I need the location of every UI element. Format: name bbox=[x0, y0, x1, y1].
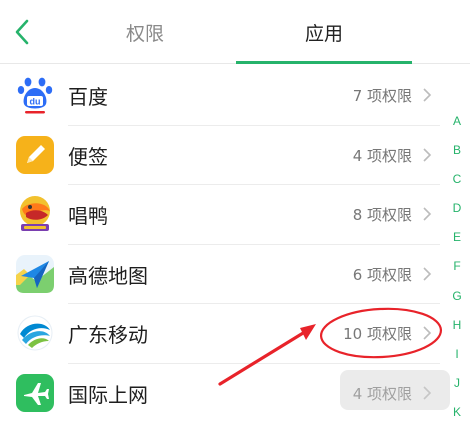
index-letter[interactable]: D bbox=[446, 201, 468, 230]
active-tab-indicator bbox=[236, 61, 412, 64]
app-name: 唱鸭 bbox=[68, 204, 108, 229]
index-letter[interactable]: C bbox=[446, 172, 468, 201]
index-letter[interactable]: B bbox=[446, 143, 468, 172]
index-letter[interactable]: F bbox=[446, 259, 468, 288]
chevron-right-icon bbox=[423, 88, 432, 102]
amap-app-icon bbox=[16, 254, 54, 293]
list-item-amap[interactable]: 高德地图 6 项权限 bbox=[0, 245, 440, 304]
permission-count: 4 项权限 bbox=[352, 146, 412, 165]
china-mobile-app-icon bbox=[17, 315, 53, 351]
app-name: 高德地图 bbox=[68, 263, 148, 288]
index-letter[interactable]: K bbox=[446, 405, 468, 422]
chevron-left-icon bbox=[15, 19, 29, 45]
chevron-right-icon bbox=[423, 266, 432, 281]
top-bar: 权限 应用 bbox=[0, 0, 470, 64]
tab-apps[interactable]: 应用 bbox=[236, 0, 412, 64]
index-letter[interactable]: G bbox=[446, 289, 468, 318]
back-button[interactable] bbox=[8, 16, 36, 48]
intl-roaming-app-icon bbox=[16, 373, 54, 412]
chevron-right-icon bbox=[423, 326, 432, 340]
index-letter[interactable]: A bbox=[446, 114, 468, 143]
chevron-right-icon bbox=[423, 147, 432, 162]
app-name: 广东移动 bbox=[68, 323, 148, 348]
index-letter[interactable]: E bbox=[446, 230, 468, 259]
list-item-baidu[interactable]: du 百度 7 项权限 bbox=[0, 66, 440, 126]
permission-count: 7 项权限 bbox=[352, 87, 412, 106]
tab-permissions[interactable]: 权限 bbox=[80, 0, 210, 64]
changya-app-icon bbox=[20, 196, 50, 231]
svg-text:du: du bbox=[30, 97, 41, 107]
baidu-app-icon: du bbox=[17, 77, 53, 114]
notes-app-icon bbox=[16, 135, 54, 174]
permission-count: 10 项权限 bbox=[343, 325, 412, 344]
app-name: 国际上网 bbox=[68, 382, 148, 407]
list-item-notes[interactable]: 便签 4 项权限 bbox=[0, 126, 440, 185]
app-name: 百度 bbox=[68, 85, 108, 110]
list-item-changya[interactable]: 唱鸭 8 项权限 bbox=[0, 185, 440, 245]
permission-count: 6 项权限 bbox=[352, 265, 412, 284]
index-letter[interactable]: I bbox=[446, 347, 468, 376]
list-item-china-mobile[interactable]: 广东移动 10 项权限 bbox=[0, 304, 440, 364]
permission-count: 8 项权限 bbox=[352, 206, 412, 225]
app-list: du 百度 7 项权限 便签 4 项权限 唱鸭 8 项权限 高德地图 6 项权限… bbox=[0, 66, 440, 422]
chevron-right-icon bbox=[423, 207, 432, 221]
watermark bbox=[340, 370, 450, 410]
app-name: 便签 bbox=[68, 144, 108, 169]
index-letter[interactable]: H bbox=[446, 318, 468, 347]
